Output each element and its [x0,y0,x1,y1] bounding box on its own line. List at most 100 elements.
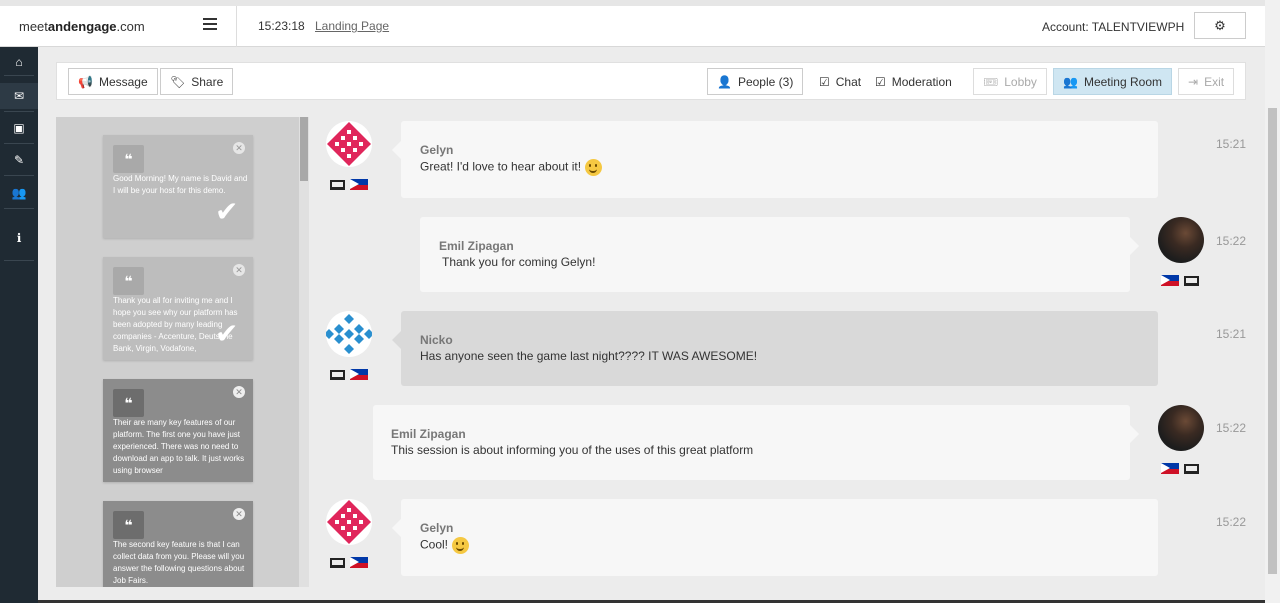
moderation-toggle[interactable]: ☑ Moderation [866,68,961,95]
divider [4,143,34,144]
chat-message: Nicko Has anyone seen the game last nigh… [392,311,1158,386]
note-card[interactable]: ❝ ✕ Their are many key features of our p… [103,379,253,482]
divider [4,260,34,261]
device-info [1161,275,1199,286]
note-card[interactable]: ❝ ✕ Good Morning! My name is David and I… [103,135,253,238]
page-scrollbar-thumb[interactable] [1268,108,1277,574]
chat-icon[interactable]: ✉ [10,87,28,105]
philippines-flag-icon [350,179,368,190]
divider [4,111,34,112]
message-time: 15:21 [1216,137,1247,151]
sender-name: Nicko [420,333,453,347]
quote-icon: ❝ [113,145,144,173]
avatar [326,121,372,167]
brand-logo[interactable]: meetandengage.com [19,19,145,34]
chat-area: Gelyn Great! I'd love to hear about it! … [309,117,1259,587]
message-time: 15:22 [1216,515,1247,529]
info-icon[interactable]: ℹ [10,229,28,247]
checkbox-icon: ☑ [819,74,830,89]
laptop-icon [330,179,345,190]
landing-page-link[interactable]: Landing Page [315,19,389,33]
users-icon[interactable]: 👥 [10,184,28,202]
device-info [330,179,368,190]
divider [4,75,34,76]
sender-name: Emil Zipagan [391,427,466,441]
avatar [326,499,372,545]
close-icon[interactable]: ✕ [233,386,245,398]
sender-name: Emil Zipagan [439,239,514,253]
note-card[interactable]: ❝ ✕ The second key feature is that I can… [103,501,253,587]
people-button[interactable]: 👤 People (3) [707,68,804,95]
message-time: 15:22 [1216,421,1247,435]
quote-icon: ❝ [113,389,144,417]
close-icon[interactable]: ✕ [233,264,245,276]
laptop-icon [1184,463,1199,474]
left-sidebar: ⌂ ✉ ▣ ✎ 👥 ℹ [0,47,38,603]
chat-message: Gelyn Cool! [392,499,1158,576]
divider [4,175,34,176]
note-text: Their are many key features of our platf… [113,418,245,475]
close-icon[interactable]: ✕ [233,508,245,520]
checkbox-icon: ☑ [875,74,886,89]
divider [4,208,34,209]
message-text: Thank you for coming Gelyn! [442,255,596,269]
device-info [330,557,368,568]
sender-name: Gelyn [420,521,454,535]
group-icon: 👥 [1063,74,1078,89]
action-bar: 📢 Message 🏷 Share 👤 People (3) ☑ Chat ☑ Moder… [56,62,1246,100]
page-scrollbar[interactable] [1265,0,1280,603]
note-text: The second key feature is that I can col… [113,540,245,585]
notes-scrollbar[interactable] [299,117,309,587]
avatar [1158,217,1204,263]
quote-icon: ❝ [113,511,144,539]
philippines-flag-icon [1161,275,1179,286]
top-bar: meetandengage.com 15:23:18 Landing Page … [0,0,1280,47]
message-text: Has anyone seen the game last night???? … [420,349,758,363]
home-icon[interactable]: ⌂ [10,53,28,71]
clock: 15:23:18 [258,19,305,33]
note-text: Good Morning! My name is David and I wil… [113,174,248,195]
hamburger-menu-icon[interactable] [203,18,217,30]
message-button[interactable]: 📢 Message [68,68,158,95]
avatar [1158,405,1204,451]
exit-button[interactable]: ⇥ Exit [1178,68,1235,95]
share-button[interactable]: 🏷 Share [160,68,234,95]
image-icon[interactable]: ▣ [10,119,28,137]
message-time: 15:22 [1216,234,1247,248]
edit-icon[interactable]: ✎ [10,151,28,169]
philippines-flag-icon [1161,463,1179,474]
device-info [330,369,368,380]
laptop-icon [330,557,345,568]
note-card[interactable]: ❝ ✕ Thank you all for inviting me and I … [103,257,253,360]
gear-icon: ⚙ [1214,17,1226,33]
sign-out-icon: ⇥ [1188,74,1199,89]
ticket-icon: 🎟 [983,74,999,89]
close-icon[interactable]: ✕ [233,142,245,154]
message-text: Cool! [420,537,470,554]
check-icon: ✔ [215,196,239,227]
chat-toggle[interactable]: ☑ Chat [810,68,870,95]
user-icon: 👤 [717,74,732,89]
philippines-flag-icon [350,557,368,568]
megaphone-icon: 📢 [78,74,93,89]
check-icon: ✔ [215,318,239,349]
meeting-room-button[interactable]: 👥 Meeting Room [1053,68,1172,95]
device-info [1161,463,1199,474]
notes-panel: ❝ ✕ Good Morning! My name is David and I… [56,117,299,587]
lobby-button[interactable]: 🎟 Lobby [973,68,1047,95]
message-text: Great! I'd love to hear about it! [420,159,603,176]
quote-icon: ❝ [113,267,144,295]
message-time: 15:21 [1216,327,1247,341]
message-text: This session is about informing you of t… [391,443,754,457]
chat-message: Gelyn Great! I'd love to hear about it! [392,121,1158,198]
divider [236,6,237,47]
notes-scrollbar-thumb[interactable] [300,117,308,181]
laptop-icon [1184,275,1199,286]
settings-button[interactable]: ⚙ [1194,12,1246,39]
philippines-flag-icon [350,369,368,380]
tag-icon: 🏷 [170,74,186,89]
smiley-icon [585,159,603,176]
sender-name: Gelyn [420,143,454,157]
avatar [326,311,372,357]
account-label: Account: TALENTVIEWPH [1042,20,1185,34]
